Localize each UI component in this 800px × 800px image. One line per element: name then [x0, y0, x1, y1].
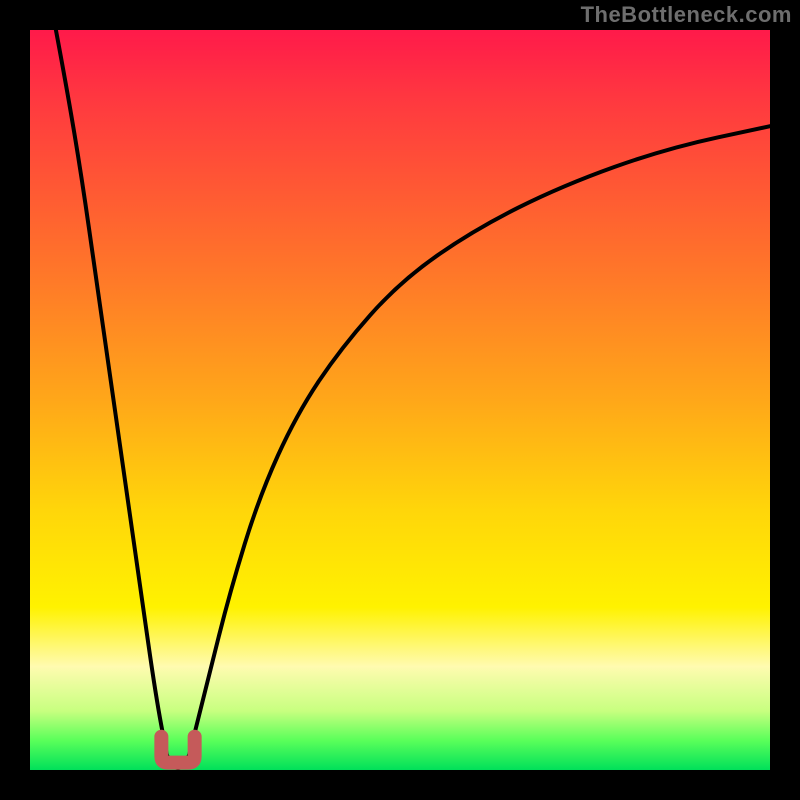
plot-area: [30, 30, 770, 770]
curve-layer: [30, 30, 770, 770]
chart-stage: TheBottleneck.com: [0, 0, 800, 800]
curve-path: [56, 30, 770, 768]
attribution-text: TheBottleneck.com: [581, 2, 792, 28]
valley-mark: [161, 737, 194, 763]
